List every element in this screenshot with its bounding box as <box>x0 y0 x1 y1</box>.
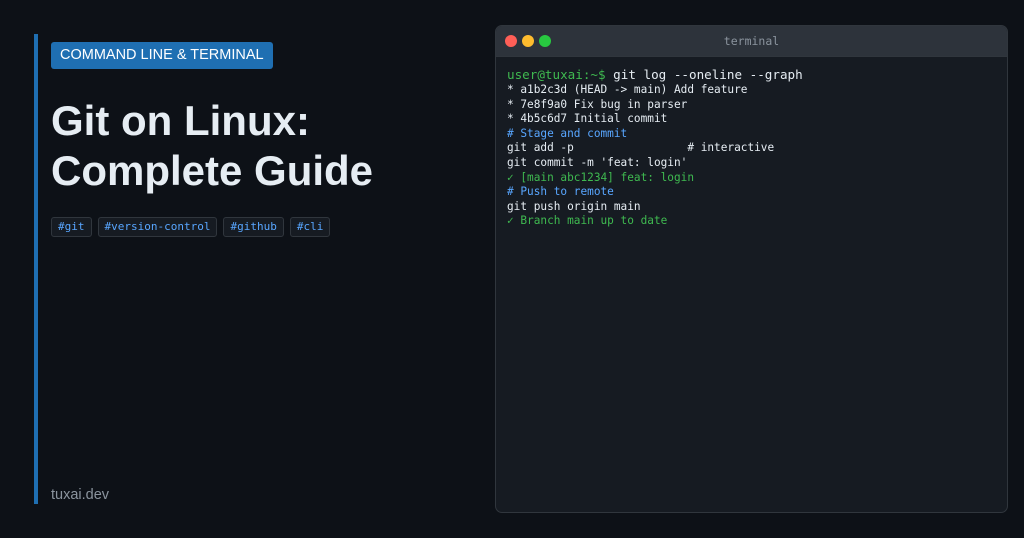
terminal-command-line: user@tuxai:~$ git log --oneline --graph <box>507 66 1007 83</box>
tag-version-control[interactable]: #version-control <box>97 217 218 237</box>
tag-cli[interactable]: #cli <box>289 217 331 237</box>
tag-git[interactable]: #git <box>51 217 92 237</box>
terminal-success-line: ✓ Branch main up to date <box>507 214 668 228</box>
page-title: Git on Linux: Complete Guide <box>51 96 471 196</box>
page: COMMAND LINE & TERMINAL Git on Linux: Co… <box>0 0 1024 538</box>
terminal-titlebar: terminal <box>496 26 1007 57</box>
accent-bar <box>34 34 38 504</box>
page-title-line-1: Git on Linux: <box>51 97 310 144</box>
tag-github[interactable]: #github <box>223 217 284 237</box>
terminal-title: terminal <box>723 34 780 48</box>
tag-list: #git #version-control #github #cli <box>51 217 331 237</box>
terminal-line: * 7e8f9a0 Fix bug in parser <box>507 97 688 111</box>
terminal-line: git commit -m 'feat: login' <box>507 155 688 169</box>
category-badge[interactable]: COMMAND LINE & TERMINAL <box>51 42 273 69</box>
terminal-comment-line: # Stage and commit <box>507 126 628 140</box>
terminal-command: git log --oneline --graph <box>605 67 803 82</box>
terminal-line: * 4b5c6d7 Initial commit <box>507 112 668 126</box>
site-name[interactable]: tuxai.dev <box>51 487 109 503</box>
terminal-success-line: ✓ [main abc1234] feat: login <box>507 170 695 184</box>
terminal-line: git push origin main <box>507 199 641 213</box>
terminal-prompt: user@tuxai:~$ <box>507 67 606 82</box>
terminal-line: git add -p # interactive <box>507 141 775 155</box>
terminal-window: terminal user@tuxai:~$ git log --oneline… <box>495 25 1008 513</box>
terminal-line: * a1b2c3d (HEAD -> main) Add feature <box>507 83 748 96</box>
page-title-line-2: Complete Guide <box>51 147 374 194</box>
terminal-body: user@tuxai:~$ git log --oneline --graph … <box>496 57 1007 229</box>
terminal-comment-line: # Push to remote <box>507 185 614 199</box>
